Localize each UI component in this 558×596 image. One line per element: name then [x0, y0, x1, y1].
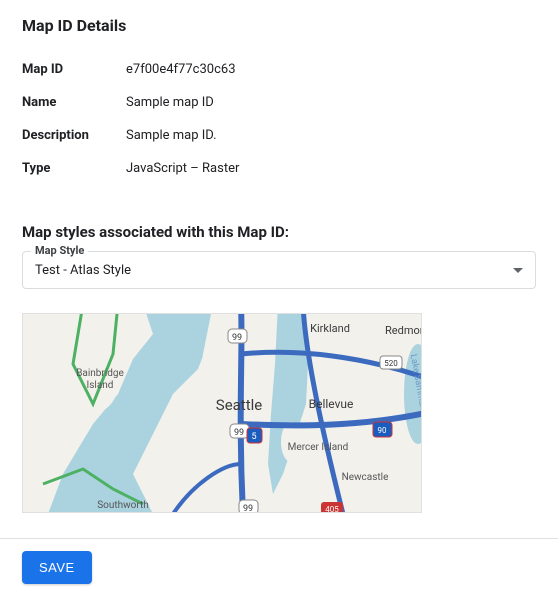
svg-text:520: 520: [384, 359, 398, 368]
footer-bar: SAVE: [0, 538, 558, 596]
save-button[interactable]: SAVE: [22, 551, 92, 584]
map-label-bainbridge1: Bainbridge: [76, 368, 124, 379]
detail-value-mapid: e7f00e4f77c30c63: [126, 53, 536, 86]
svg-text:405: 405: [325, 505, 339, 513]
map-preview: 99 99 5 99 90 520: [22, 313, 422, 513]
map-label-newcastle: Newcastle: [342, 472, 389, 483]
detail-label-name: Name: [22, 86, 126, 119]
map-label-bainbridge2: Island: [87, 380, 114, 391]
detail-value-description: Sample map ID.: [126, 119, 536, 152]
svg-text:99: 99: [243, 504, 253, 513]
styles-heading: Map styles associated with this Map ID:: [22, 223, 536, 241]
chevron-down-icon: [513, 268, 523, 273]
map-label-redmond: Redmond: [385, 324, 422, 337]
table-row: Type JavaScript – Raster: [22, 152, 536, 185]
detail-label-mapid: Map ID: [22, 53, 126, 86]
map-label-seattle: Seattle: [216, 396, 262, 414]
map-style-selected-value: Test - Atlas Style: [35, 263, 131, 278]
detail-value-name: Sample map ID: [126, 86, 536, 119]
map-style-label: Map Style: [31, 244, 88, 257]
page-title: Map ID Details: [22, 16, 536, 35]
map-label-mercer: Mercer Island: [288, 442, 349, 453]
table-row: Name Sample map ID: [22, 86, 536, 119]
detail-label-type: Type: [22, 152, 126, 185]
svg-text:99: 99: [232, 333, 242, 343]
map-label-southworth: Southworth: [97, 500, 149, 511]
table-row: Map ID e7f00e4f77c30c63: [22, 53, 536, 86]
detail-value-type: JavaScript – Raster: [126, 152, 536, 185]
svg-text:90: 90: [378, 426, 387, 435]
map-label-bellevue: Bellevue: [309, 397, 354, 411]
map-label-kirkland: Kirkland: [310, 322, 350, 335]
detail-label-description: Description: [22, 119, 126, 152]
svg-text:99: 99: [234, 428, 244, 438]
table-row: Description Sample map ID.: [22, 119, 536, 152]
map-style-select[interactable]: Test - Atlas Style: [22, 251, 536, 289]
details-table: Map ID e7f00e4f77c30c63 Name Sample map …: [22, 53, 536, 185]
svg-text:5: 5: [251, 432, 256, 442]
